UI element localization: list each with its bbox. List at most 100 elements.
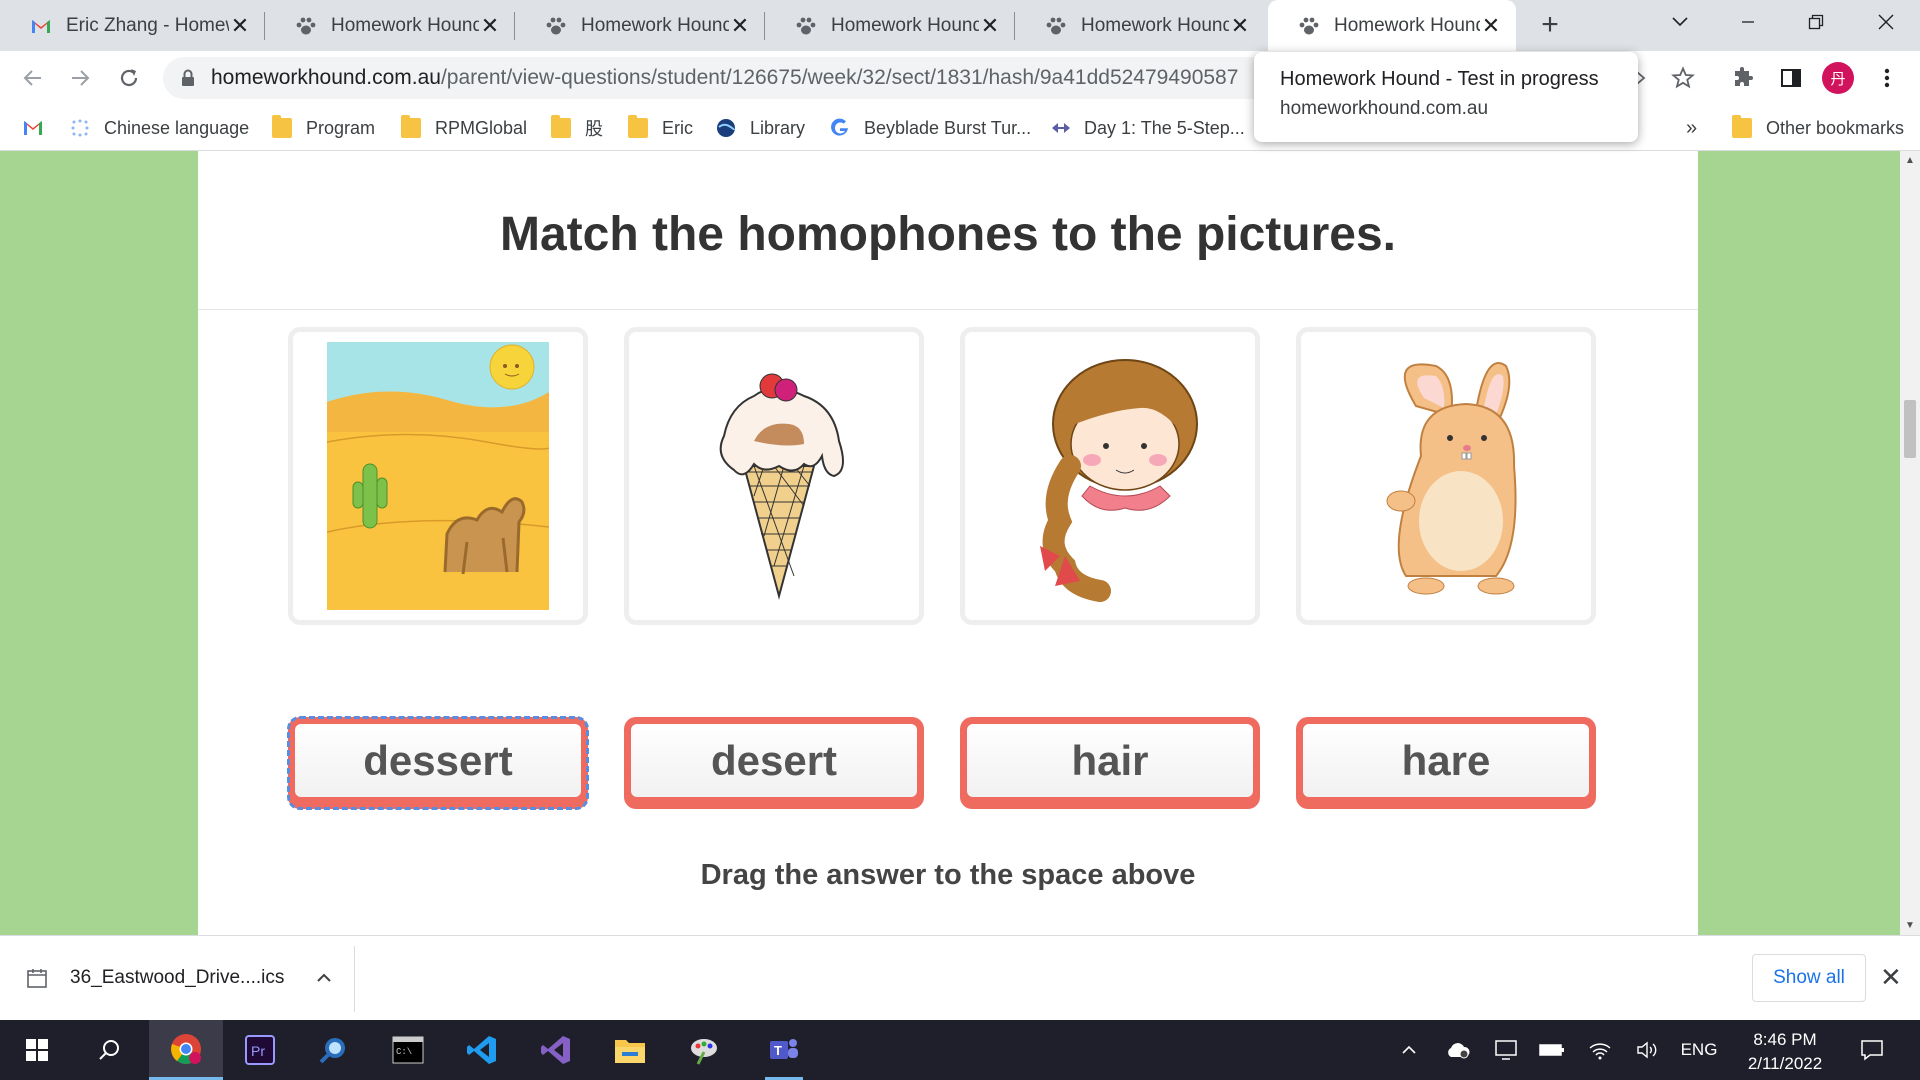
- tab-title: Homework Hound: [1081, 14, 1229, 36]
- close-window-icon[interactable]: [1858, 0, 1914, 44]
- bookmark-label: Beyblade Burst Tur...: [864, 117, 1032, 138]
- bookmark-beyblade[interactable]: Beyblade Burst Tur...: [830, 113, 1031, 143]
- close-shelf-icon[interactable]: ✕: [1880, 962, 1902, 993]
- side-panel-icon[interactable]: [1776, 63, 1806, 93]
- premiere-icon[interactable]: Pr: [223, 1020, 297, 1080]
- scrollbar-thumb[interactable]: [1904, 400, 1916, 458]
- tab-title: Eric Zhang - Homew: [66, 14, 229, 36]
- taskbar-clock[interactable]: 8:46 PM 2/11/2022: [1735, 1028, 1835, 1076]
- bookmark-library[interactable]: Library: [716, 113, 805, 143]
- desert-picture[interactable]: [288, 327, 588, 625]
- bookmark-label: Other bookmarks: [1766, 117, 1905, 138]
- answer-hare[interactable]: hare: [1296, 717, 1596, 809]
- bookmark-gmail[interactable]: [22, 113, 56, 143]
- show-all-button[interactable]: Show all: [1752, 954, 1866, 1002]
- bookmark-label: Eric: [662, 117, 693, 138]
- battery-icon[interactable]: [1534, 1020, 1570, 1080]
- bookmark-stocks[interactable]: 股: [551, 113, 603, 143]
- gmail-icon: [22, 118, 42, 138]
- volume-icon[interactable]: [1630, 1020, 1666, 1080]
- bookmark-program[interactable]: Program: [272, 113, 375, 143]
- clock-time: 8:46 PM: [1753, 1030, 1817, 1049]
- paw-icon: [1045, 15, 1067, 37]
- bookmarks-overflow-button[interactable]: »: [1686, 113, 1697, 143]
- close-icon[interactable]: ✕: [979, 13, 1001, 39]
- forward-icon[interactable]: [63, 61, 97, 95]
- wifi-icon[interactable]: [1582, 1020, 1618, 1080]
- gmail-icon: [30, 15, 52, 37]
- tab-homework-hound[interactable]: Homework Hound ✕: [265, 0, 515, 51]
- answer-label: hair: [967, 724, 1253, 797]
- tab-title: Homework Hound: [1334, 14, 1480, 36]
- tab-homework-hound-active[interactable]: Homework Hound ✕: [1268, 0, 1516, 51]
- visual-studio-icon[interactable]: [519, 1020, 593, 1080]
- show-hidden-icons[interactable]: [1394, 1020, 1424, 1080]
- close-icon[interactable]: ✕: [229, 13, 251, 39]
- link-icon: [1050, 118, 1070, 138]
- answer-hair[interactable]: hair: [960, 717, 1260, 809]
- page-viewport: Match the homophones to the pictures. de…: [0, 151, 1900, 935]
- windows-start-icon[interactable]: [0, 1020, 74, 1080]
- star-icon[interactable]: [1668, 63, 1698, 93]
- menu-kebab-icon[interactable]: [1872, 63, 1902, 93]
- windows-taskbar: Pr C:\ T ENG 8:46 PM 2/11/2022: [0, 1020, 1920, 1080]
- language-indicator[interactable]: ENG: [1674, 1020, 1724, 1080]
- onedrive-icon[interactable]: [1440, 1020, 1476, 1080]
- folder-icon: [401, 115, 421, 138]
- file-explorer-icon[interactable]: [593, 1020, 667, 1080]
- notifications-icon[interactable]: [1852, 1020, 1892, 1080]
- close-icon[interactable]: ✕: [479, 13, 501, 39]
- tab-homework-hound[interactable]: Homework Hound ✕: [1015, 0, 1265, 51]
- restore-icon[interactable]: [1788, 0, 1844, 44]
- tab-homework-hound[interactable]: Homework Hound ✕: [515, 0, 765, 51]
- hare-picture[interactable]: [1296, 327, 1596, 625]
- display-icon[interactable]: [1488, 1020, 1524, 1080]
- tab-homework-hound[interactable]: Homework Hound ✕: [765, 0, 1015, 51]
- bookmark-label: 股: [585, 119, 603, 139]
- back-icon[interactable]: [16, 61, 50, 95]
- tab-hover-card: Homework Hound - Test in progress homewo…: [1254, 52, 1638, 142]
- search-icon[interactable]: [72, 1020, 146, 1080]
- close-icon[interactable]: ✕: [729, 13, 751, 39]
- bookmark-label: Day 1: The 5-Step...: [1084, 117, 1245, 138]
- lock-icon[interactable]: [181, 69, 195, 87]
- bookmark-day-1[interactable]: Day 1: The 5-Step...: [1050, 113, 1245, 143]
- folder-icon: [1732, 115, 1752, 138]
- url-host: homeworkhound.com.au: [211, 66, 441, 89]
- tab-gmail[interactable]: Eric Zhang - Homew ✕: [0, 0, 265, 51]
- vscode-icon[interactable]: [445, 1020, 519, 1080]
- folder-icon: [551, 115, 571, 138]
- bookmark-label: Library: [750, 117, 806, 138]
- close-icon[interactable]: ✕: [1480, 13, 1502, 39]
- extensions-icon[interactable]: [1728, 63, 1758, 93]
- reload-icon[interactable]: [112, 61, 146, 95]
- answer-desert[interactable]: desert: [624, 717, 924, 809]
- terminal-icon[interactable]: C:\: [371, 1020, 445, 1080]
- answer-dessert[interactable]: dessert: [287, 716, 589, 810]
- bookmark-rpmglobal[interactable]: RPMGlobal: [401, 113, 527, 143]
- paint-icon[interactable]: [667, 1020, 741, 1080]
- scroll-up-arrow-icon[interactable]: ▲: [1900, 155, 1920, 166]
- svg-text:Pr: Pr: [251, 1043, 265, 1059]
- question-card: Match the homophones to the pictures. de…: [198, 151, 1698, 935]
- bookmark-chinese-language[interactable]: Chinese language: [70, 113, 249, 143]
- profile-avatar[interactable]: 丹: [1822, 62, 1854, 94]
- scroll-down-arrow-icon[interactable]: ▼: [1900, 920, 1920, 931]
- teams-icon[interactable]: T: [747, 1020, 821, 1080]
- paw-icon: [1298, 15, 1320, 37]
- search-app-icon[interactable]: [297, 1020, 371, 1080]
- chrome-icon[interactable]: [149, 1020, 223, 1080]
- page-scrollbar[interactable]: ▲ ▼: [1900, 151, 1920, 935]
- tab-search-icon[interactable]: [1652, 0, 1708, 44]
- bookmark-eric[interactable]: Eric: [628, 113, 693, 143]
- chevron-up-icon[interactable]: [316, 973, 332, 983]
- close-icon[interactable]: ✕: [1229, 13, 1251, 39]
- minimize-icon[interactable]: [1720, 0, 1776, 44]
- hair-picture[interactable]: [960, 327, 1260, 625]
- dessert-picture[interactable]: [624, 327, 924, 625]
- new-tab-button[interactable]: +: [1535, 8, 1565, 42]
- google-icon: [830, 118, 850, 138]
- tab-title: Homework Hound: [581, 14, 729, 36]
- other-bookmarks[interactable]: Other bookmarks: [1732, 113, 1904, 143]
- download-item[interactable]: 36_Eastwood_Drive....ics: [26, 958, 332, 998]
